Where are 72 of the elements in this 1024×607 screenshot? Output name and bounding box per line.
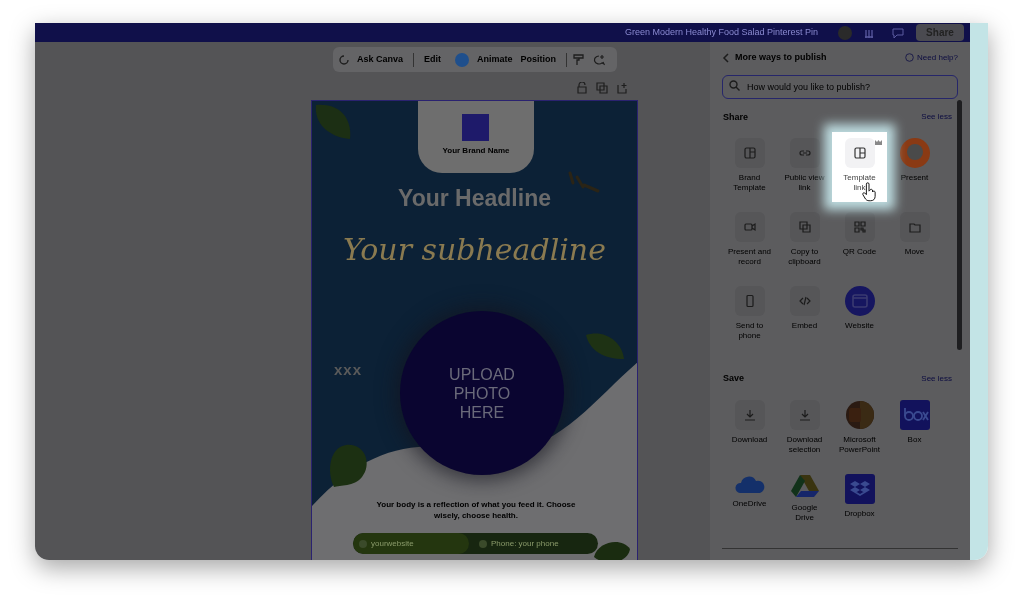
publish-option[interactable]: Template link xyxy=(832,132,887,202)
help-icon[interactable] xyxy=(905,53,915,63)
panel-title: More ways to publish xyxy=(735,51,827,64)
publish-option[interactable]: Download selection xyxy=(777,393,832,464)
photo-placeholder-text: UPLOAD PHOTO HERE xyxy=(448,364,516,422)
cross-marks: xxx xyxy=(334,362,363,377)
publish-option[interactable]: Send to phone xyxy=(722,280,777,350)
code-icon xyxy=(797,294,812,308)
publish-option[interactable]: OneDrive xyxy=(722,467,777,538)
publish-option[interactable]: Box xyxy=(887,393,942,464)
headline: Your Headline xyxy=(397,187,552,210)
avatar-icon[interactable] xyxy=(838,25,853,40)
body-text: Your body is a reflection of what you feed it. Choose wisely, choose health. xyxy=(375,499,577,521)
globe-icon xyxy=(359,539,367,548)
qr-code-icon xyxy=(852,220,867,234)
publish-option[interactable]: Embed xyxy=(777,280,832,350)
crown-icon xyxy=(875,140,882,145)
see-less-link[interactable]: See less xyxy=(921,111,952,124)
toolbar-button[interactable]: Ask Canva xyxy=(353,55,408,64)
download-icon xyxy=(742,407,757,422)
help-link[interactable]: Need help? xyxy=(917,51,958,64)
powerpoint-logo-icon xyxy=(844,399,875,430)
section-title: Save xyxy=(723,372,745,385)
document-title[interactable]: Green Modern Healthy Food Salad Pinterest Pin xyxy=(625,28,819,37)
download-icon xyxy=(797,407,812,422)
publish-option[interactable]: Brand Template xyxy=(722,132,777,202)
video-camera-icon xyxy=(742,220,757,234)
website-icon xyxy=(844,286,875,316)
lock-icon[interactable] xyxy=(577,82,587,94)
publish-option[interactable]: Present xyxy=(887,132,942,202)
publish-option[interactable]: Website xyxy=(832,280,887,350)
logo-placeholder xyxy=(462,114,489,141)
publish-option[interactable]: Microsoft PowerPoint xyxy=(832,393,887,464)
back-icon[interactable] xyxy=(722,52,730,63)
publish-option[interactable]: QR Code xyxy=(832,206,887,276)
present-icon xyxy=(899,138,930,168)
phone-icon xyxy=(479,539,487,548)
box-logo-icon xyxy=(899,399,930,430)
insights-icon[interactable] xyxy=(864,27,875,38)
template-icon xyxy=(742,146,757,160)
website-text: yourwebsite xyxy=(371,537,414,550)
toolbar-button[interactable]: Animate xyxy=(473,55,517,64)
duplicate-icon[interactable] xyxy=(596,82,608,94)
publish-option[interactable]: Dropbox xyxy=(832,467,887,538)
folder-icon xyxy=(907,220,922,234)
publish-option[interactable]: Copy to clipboard xyxy=(777,206,832,276)
copy-icon xyxy=(797,220,812,234)
see-less-link[interactable]: See less xyxy=(921,372,952,385)
leaf-drawing xyxy=(314,103,352,141)
add-page-icon[interactable] xyxy=(617,82,628,94)
brand-name: Your Brand Name xyxy=(441,147,511,155)
design-page[interactable]: Your Brand Name Your Headline Your subheadline xxx UPLOAD PHOTO HERE Your body is a reflection of what you feed it. Choose wisely, choose health. yourwebsite Phone: your phone xyxy=(311,100,638,560)
color-swatch[interactable] xyxy=(455,52,470,67)
triangle-logo-icon xyxy=(790,473,819,498)
paint-roller-icon[interactable] xyxy=(573,53,586,66)
toolbar-button[interactable]: Position xyxy=(516,55,561,64)
leaf-drawing xyxy=(584,331,626,361)
add-comment-icon[interactable] xyxy=(593,53,606,66)
toolbar-button[interactable]: Edit xyxy=(420,55,446,64)
phone-text: Phone: your phone xyxy=(491,537,559,550)
publish-option[interactable]: Google Drive xyxy=(777,467,832,538)
template-icon xyxy=(852,146,867,160)
dropbox-logo-icon xyxy=(844,473,875,504)
scrollbar-thumb[interactable] xyxy=(957,100,962,350)
search-field[interactable]: How would you like to publish? xyxy=(722,74,958,99)
publish-option[interactable]: Present and record xyxy=(722,206,777,276)
publish-option[interactable]: Download xyxy=(722,393,777,464)
comment-icon[interactable] xyxy=(892,27,905,38)
search-icon xyxy=(729,79,740,91)
subheadline: Your subheadline xyxy=(342,235,607,265)
publish-option[interactable]: Move xyxy=(887,206,942,276)
section-title: Share xyxy=(723,110,748,124)
